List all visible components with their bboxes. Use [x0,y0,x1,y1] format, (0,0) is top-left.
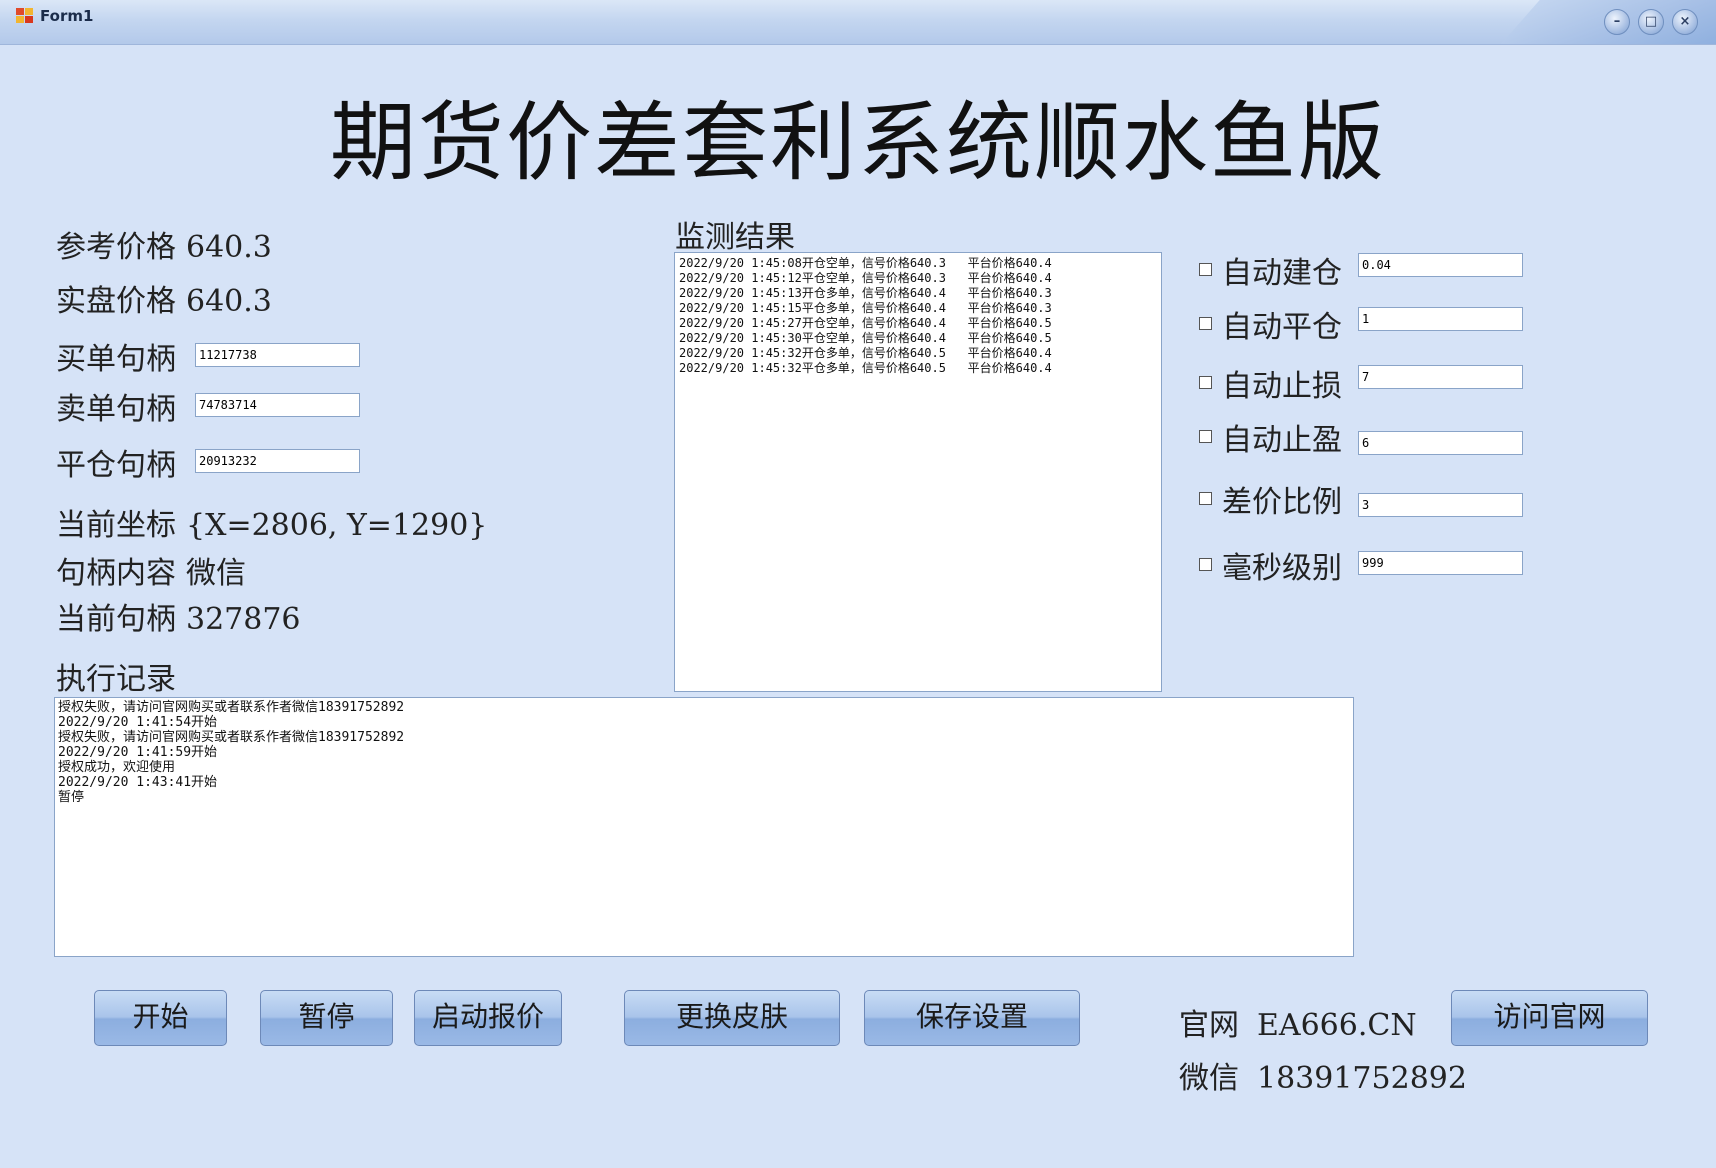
monitor-line: 2022/9/20 1:45:15平仓多单，信号价格640.4 平台价格640.… [679,301,1052,315]
real-price: 实盘价格 640.3 [56,276,272,320]
ms-level-label: 毫秒级别 [1222,551,1342,586]
current-handle-label: 当前句柄 [56,602,176,637]
auto-open-checkbox[interactable] [1199,263,1212,276]
current-coordinates-value: {X=2806, Y=1290} [186,508,488,543]
current-coordinates-label: 当前坐标 [56,508,176,543]
handle-content: 句柄内容 微信 [56,548,246,592]
spread-ratio-label: 差价比例 [1222,485,1342,520]
take-profit-checkbox[interactable] [1199,430,1212,443]
log-line: 2022/9/20 1:41:54开始 [58,715,218,730]
auto-close-checkbox[interactable] [1199,317,1212,330]
website-info: 官网 EA666.CN [1179,1000,1417,1044]
reference-price: 参考价格 640.3 [56,222,272,266]
start-button[interactable]: 开始 [94,990,227,1046]
website-label: 官网 [1179,1008,1239,1043]
pause-button[interactable]: 暂停 [260,990,393,1046]
real-price-label: 实盘价格 [56,284,176,319]
auto-open-input[interactable]: 0.04 [1358,253,1523,277]
buy-handle-label: 买单句柄 [56,342,176,377]
wechat-value: 18391752892 [1257,1061,1467,1096]
execution-log-box[interactable]: 授权失败，请访问官网购买或者联系作者微信18391752892 2022/9/2… [54,697,1354,957]
auto-close-label: 自动平仓 [1222,310,1342,345]
monitor-line: 2022/9/20 1:45:27开仓空单，信号价格640.4 平台价格640.… [679,316,1052,330]
visit-website-button[interactable]: 访问官网 [1451,990,1648,1046]
stop-loss-input[interactable]: 7 [1358,365,1523,389]
handle-content-label: 句柄内容 [56,556,176,591]
page-title: 期货价差套利系统顺水鱼版 [330,93,1386,193]
reference-price-label: 参考价格 [56,230,176,265]
current-coordinates: 当前坐标 {X=2806, Y=1290} [56,500,487,544]
close-handle-label: 平仓句柄 [56,448,176,483]
log-line: 暂停 [58,790,85,805]
auto-close-input[interactable]: 1 [1358,307,1523,331]
website-value: EA666.CN [1257,1008,1417,1043]
ms-level-input[interactable]: 999 [1358,551,1523,575]
app-icon [16,8,34,24]
monitor-title: 监测结果 [675,220,795,255]
buy-handle-input[interactable]: 11217738 [195,343,360,367]
sell-handle-label: 卖单句柄 [56,392,176,427]
ms-level-checkbox[interactable] [1199,558,1212,571]
log-line: 2022/9/20 1:41:59开始 [58,745,218,760]
monitor-line: 2022/9/20 1:45:13开仓多单，信号价格640.4 平台价格640.… [679,286,1052,300]
log-line: 2022/9/20 1:43:41开始 [58,775,218,790]
maximize-icon[interactable]: □ [1638,9,1664,35]
minimize-icon[interactable]: – [1604,9,1630,35]
current-handle: 当前句柄 327876 [56,594,301,638]
auto-open-label: 自动建仓 [1222,256,1342,291]
stop-loss-label: 自动止损 [1222,369,1342,404]
monitor-line: 2022/9/20 1:45:08开仓空单，信号价格640.3 平台价格640.… [679,256,1052,270]
log-line: 授权失败，请访问官网购买或者联系作者微信18391752892 [58,700,405,715]
monitor-line: 2022/9/20 1:45:30平仓空单，信号价格640.4 平台价格640.… [679,331,1052,345]
take-profit-input[interactable]: 6 [1358,431,1523,455]
log-line: 授权失败，请访问官网购买或者联系作者微信18391752892 [58,730,405,745]
window-title: Form1 [40,7,94,25]
take-profit-label: 自动止盈 [1222,423,1342,458]
current-handle-value: 327876 [186,602,301,637]
stop-loss-checkbox[interactable] [1199,376,1212,389]
monitor-line: 2022/9/20 1:45:32平仓多单，信号价格640.5 平台价格640.… [679,361,1052,375]
reference-price-value: 640.3 [186,230,272,265]
start-quote-button[interactable]: 启动报价 [414,990,562,1046]
spread-ratio-checkbox[interactable] [1199,492,1212,505]
monitor-results-box[interactable]: 2022/9/20 1:45:08开仓空单，信号价格640.3 平台价格640.… [674,252,1162,692]
monitor-line: 2022/9/20 1:45:12平仓空单，信号价格640.3 平台价格640.… [679,271,1052,285]
log-title: 执行记录 [56,662,176,697]
spread-ratio-input[interactable]: 3 [1358,493,1523,517]
wechat-info: 微信 18391752892 [1179,1053,1467,1097]
log-line: 授权成功，欢迎使用 [58,760,176,775]
handle-content-value: 微信 [186,556,246,591]
real-price-value: 640.3 [186,284,272,319]
close-icon[interactable]: × [1672,9,1698,35]
monitor-line: 2022/9/20 1:45:32开仓多单，信号价格640.5 平台价格640.… [679,346,1052,360]
window-title-bar: Form1 – □ × [0,0,1716,45]
change-skin-button[interactable]: 更换皮肤 [624,990,840,1046]
wechat-label: 微信 [1179,1061,1239,1096]
sell-handle-input[interactable]: 74783714 [195,393,360,417]
close-handle-input[interactable]: 20913232 [195,449,360,473]
save-settings-button[interactable]: 保存设置 [864,990,1080,1046]
